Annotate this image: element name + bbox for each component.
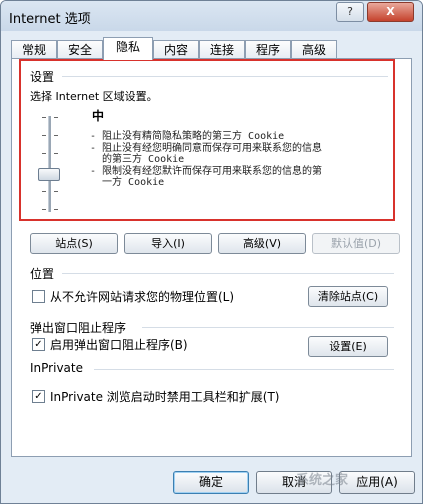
watermark-logo: 系统之家 (296, 473, 349, 488)
slider-tick (42, 153, 46, 154)
settings-instruction: 选择 Internet 区域设置。 (30, 90, 158, 103)
advanced-button[interactable]: 高级(V) (218, 233, 306, 254)
clear-sites-button[interactable]: 清除站点(C) (308, 286, 388, 307)
tab-advanced[interactable]: 高级 (291, 40, 337, 59)
popup-settings-button[interactable]: 设置(E) (308, 336, 388, 357)
tab-privacy[interactable]: 隐私 (103, 37, 153, 60)
tab-programs[interactable]: 程序 (245, 40, 291, 59)
slider-tick (42, 191, 46, 192)
sites-button[interactable]: 站点(S) (30, 233, 118, 254)
popup-header: 弹出窗口阻止程序 (30, 321, 127, 335)
location-divider (62, 273, 394, 274)
slider-tick (54, 209, 58, 210)
internet-options-dialog: Internet 选项 ? X 常规 安全 隐私 内容 连接 程序 高级 设置 … (0, 0, 423, 504)
title-bar[interactable]: Internet 选项 ? X (1, 1, 422, 31)
location-header: 位置 (30, 267, 55, 281)
popup-divider (142, 327, 394, 328)
close-button[interactable]: X (367, 2, 414, 22)
privacy-level-label: 中 (92, 109, 105, 123)
slider-tick (54, 153, 58, 154)
slider-track[interactable] (48, 116, 51, 212)
slider-tick (54, 191, 58, 192)
inprivate-checkbox-label[interactable]: InPrivate 浏览启动时禁用工具栏和扩展(T) (50, 388, 280, 405)
popup-blocker-checkbox-label[interactable]: 启用弹出窗口阻止程序(B) (50, 336, 188, 353)
tab-general[interactable]: 常规 (11, 40, 57, 59)
popup-blocker-checkbox[interactable]: ✓ (32, 338, 45, 351)
help-button[interactable]: ? (336, 2, 364, 22)
privacy-description-line: - 阻止没有精简隐私策略的第三方 Cookie (90, 131, 285, 142)
inprivate-checkbox[interactable]: ✓ (32, 390, 45, 403)
tab-connections[interactable]: 连接 (199, 40, 245, 59)
import-button[interactable]: 导入(I) (124, 233, 212, 254)
location-checkbox[interactable] (32, 290, 45, 303)
tab-content[interactable]: 内容 (153, 40, 199, 59)
privacy-description-line: - 阻止没有经您明确同意而保存可用来联系您的信息 的第三方 Cookie (90, 143, 323, 165)
slider-tick (42, 209, 46, 210)
slider-tick (42, 117, 46, 118)
settings-header: 设置 (30, 70, 55, 84)
privacy-description-line: - 限制没有经您默许而保存可用来联系您的信息的第 一方 Cookie (90, 166, 323, 188)
window-title: Internet 选项 (9, 12, 91, 27)
privacy-panel: 设置 选择 Internet 区域设置。 中 - 阻止没有精简隐私策略的第三方 … (11, 58, 412, 457)
inprivate-header: InPrivate (30, 361, 83, 375)
slider-tick (42, 135, 46, 136)
tab-security[interactable]: 安全 (57, 40, 103, 59)
ok-button[interactable]: 确定 (173, 471, 249, 494)
slider-tick (54, 135, 58, 136)
slider-tick (54, 117, 58, 118)
location-checkbox-label[interactable]: 从不允许网站请求您的物理位置(L) (50, 288, 234, 305)
default-button[interactable]: 默认值(D) (312, 233, 400, 254)
inprivate-divider (94, 369, 394, 370)
settings-divider (62, 76, 388, 77)
slider-thumb[interactable] (38, 168, 60, 181)
